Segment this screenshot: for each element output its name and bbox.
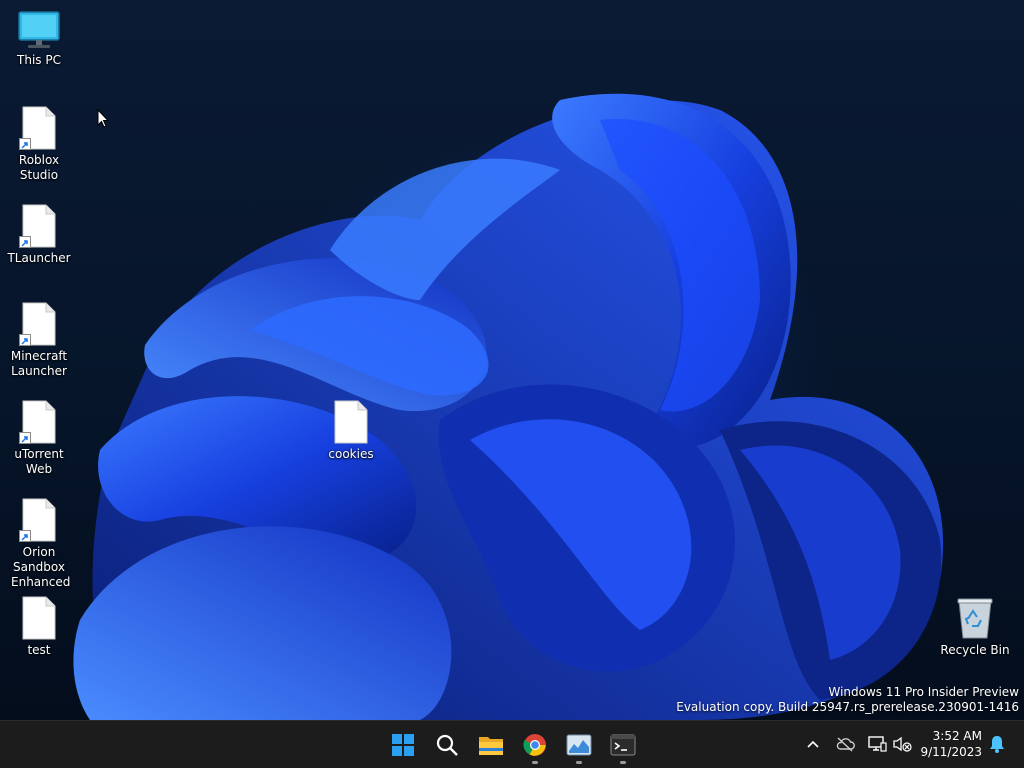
chrome-button[interactable] <box>515 725 555 765</box>
chrome-icon <box>523 734 546 756</box>
search-button[interactable] <box>427 725 467 765</box>
desktop-icon-label: Recycle Bin <box>940 643 1010 657</box>
file-icon <box>334 400 368 444</box>
shortcut-arrow-icon <box>19 530 31 542</box>
wallpaper-bloom <box>73 93 944 720</box>
onedrive-button[interactable] <box>834 733 856 755</box>
shortcut-file-icon <box>19 498 56 542</box>
desktop-icon-label: This PC <box>17 53 61 67</box>
desktop-icon-utorrent-web[interactable]: uTorrent Web <box>1 400 77 477</box>
notification-bell-icon <box>990 736 1004 753</box>
network-icon <box>868 736 887 752</box>
desktop-icon-label: cookies <box>328 447 374 461</box>
clock-date: 9/11/2023 <box>920 745 982 759</box>
desktop[interactable]: This PC Roblox Studio TLauncher Minecraf… <box>0 0 1024 720</box>
desktop-icon-label: Roblox Studio <box>18 153 60 182</box>
running-indicator <box>576 761 582 764</box>
shortcut-file-icon <box>19 302 56 346</box>
mouse-cursor-icon <box>97 109 109 128</box>
desktop-icon-minecraft-launcher[interactable]: Minecraft Launcher <box>1 302 77 379</box>
desktop-icon-recycle-bin[interactable]: Recycle Bin <box>937 596 1013 658</box>
network-button[interactable] <box>866 733 888 755</box>
desktop-icon-tlauncher[interactable]: TLauncher <box>1 204 77 266</box>
file-icon <box>22 596 56 640</box>
running-indicator <box>532 761 538 764</box>
watermark-line-1: Windows 11 Pro Insider Preview <box>828 685 1019 699</box>
desktop-icon-label: Orion Sandbox Enhanced <box>11 545 71 589</box>
show-hidden-icons-button[interactable] <box>802 733 824 755</box>
folder-icon <box>479 737 503 755</box>
running-indicator <box>620 761 626 764</box>
search-icon <box>436 734 458 756</box>
monitor-icon <box>17 10 61 50</box>
shortcut-arrow-icon <box>19 236 31 248</box>
desktop-icon-orion-sandbox[interactable]: Orion Sandbox Enhanced <box>1 498 77 590</box>
volume-muted-icon <box>893 736 912 752</box>
terminal-button[interactable] <box>603 725 643 765</box>
windows-watermark: Windows 11 Pro Insider Preview Evaluatio… <box>676 685 1019 715</box>
terminal-icon <box>610 734 636 756</box>
shortcut-file-icon <box>19 400 56 444</box>
shortcut-arrow-icon <box>19 432 31 444</box>
desktop-icon-roblox-studio[interactable]: Roblox Studio <box>1 106 77 183</box>
shortcut-arrow-icon <box>19 138 31 150</box>
chevron-up-icon <box>807 740 819 748</box>
shortcut-file-icon <box>19 204 56 248</box>
onedrive-offline-icon <box>836 737 855 752</box>
desktop-icon-test[interactable]: test <box>1 596 77 658</box>
shortcut-arrow-icon <box>19 334 31 346</box>
notification-center-button[interactable] <box>986 733 1008 755</box>
clock-time: 3:52 AM <box>932 729 982 743</box>
desktop-icon-label: TLauncher <box>7 251 71 265</box>
taskbar: 3:52 AM 9/11/2023 <box>0 720 1024 768</box>
task-manager-button[interactable] <box>559 725 599 765</box>
desktop-icon-label: Minecraft Launcher <box>10 349 68 378</box>
windows-logo-icon <box>392 734 414 756</box>
task-manager-icon <box>566 734 592 756</box>
desktop-icon-label: test <box>27 643 51 657</box>
start-button[interactable] <box>383 725 423 765</box>
recycle-bin-icon <box>956 596 994 640</box>
file-explorer-button[interactable] <box>471 725 511 765</box>
desktop-icon-label: uTorrent Web <box>14 447 64 476</box>
taskbar-clock[interactable]: 3:52 AM 9/11/2023 <box>920 728 982 760</box>
watermark-line-2: Evaluation copy. Build 25947.rs_prerelea… <box>676 700 1019 714</box>
shortcut-file-icon <box>19 106 56 150</box>
desktop-icon-cookies[interactable]: cookies <box>313 400 389 462</box>
volume-button[interactable] <box>891 733 913 755</box>
desktop-icon-this-pc[interactable]: This PC <box>1 10 77 68</box>
